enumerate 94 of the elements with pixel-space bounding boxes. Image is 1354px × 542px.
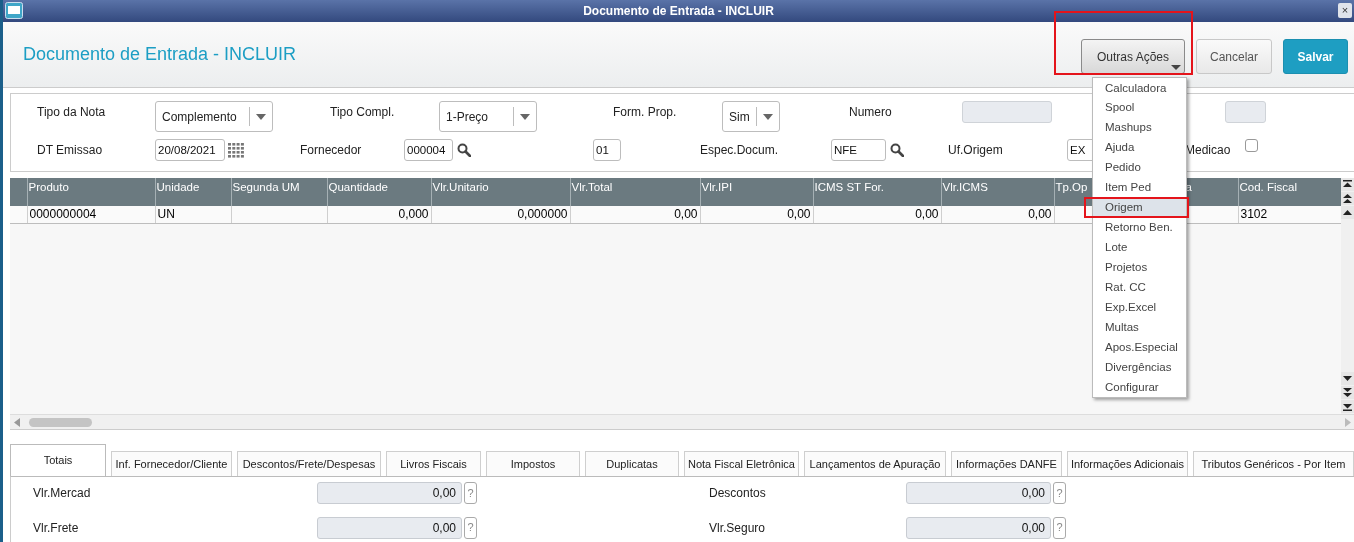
search-icon[interactable] bbox=[457, 143, 471, 157]
scroll-top-icon[interactable] bbox=[1341, 178, 1354, 191]
field-label: Vlr.Frete bbox=[33, 519, 80, 537]
readonly-field[interactable]: 0,00 bbox=[317, 516, 462, 539]
column-header[interactable]: Vlr.Unitario bbox=[431, 178, 570, 206]
scroll-up-icon[interactable] bbox=[1341, 206, 1354, 219]
menu-item[interactable]: Rat. CC bbox=[1093, 277, 1186, 297]
input-field[interactable]: 01 bbox=[593, 139, 621, 161]
menu-item[interactable]: Exp.Excel bbox=[1093, 297, 1186, 317]
help-button[interactable]: ? bbox=[1053, 482, 1066, 504]
checkbox[interactable] bbox=[1245, 139, 1258, 152]
tab[interactable]: Informações Adicionais bbox=[1067, 451, 1188, 476]
input-field[interactable]: NFE bbox=[831, 139, 886, 161]
tab[interactable]: Totais bbox=[10, 444, 106, 476]
caret-icon bbox=[763, 113, 773, 120]
horizontal-scrollbar[interactable] bbox=[10, 414, 1354, 429]
page-title: Documento de Entrada - INCLUIR bbox=[23, 43, 298, 66]
page-up-icon[interactable] bbox=[1341, 192, 1354, 205]
input-field[interactable]: 000004 bbox=[404, 139, 453, 161]
readonly-field[interactable]: 0,00 bbox=[906, 516, 1051, 539]
select-field[interactable]: Sim bbox=[722, 101, 780, 132]
menu-item[interactable]: Multas bbox=[1093, 317, 1186, 337]
caret-icon bbox=[520, 113, 530, 120]
help-button[interactable]: ? bbox=[464, 516, 477, 539]
tab[interactable]: Duplicatas bbox=[585, 451, 679, 476]
menu-item[interactable]: Origem bbox=[1093, 197, 1186, 217]
cancel-button[interactable]: Cancelar bbox=[1196, 39, 1272, 74]
scroll-bottom-icon[interactable] bbox=[1341, 400, 1354, 413]
field-label: Vlr.Seguro bbox=[709, 519, 767, 537]
menu-item[interactable]: Retorno Ben. bbox=[1093, 217, 1186, 237]
scroll-down-icon[interactable] bbox=[1341, 372, 1354, 385]
menu-item[interactable]: Item Ped bbox=[1093, 177, 1186, 197]
window-icon bbox=[5, 2, 23, 19]
menu-item[interactable]: Projetos bbox=[1093, 257, 1186, 277]
scroll-thumb[interactable] bbox=[29, 417, 92, 427]
help-button[interactable]: ? bbox=[464, 482, 477, 504]
menu-item[interactable]: Divergências bbox=[1093, 357, 1186, 377]
table-cell: 0,00 bbox=[700, 206, 813, 223]
menu-item[interactable]: Configurar bbox=[1093, 377, 1186, 397]
column-header[interactable]: Segunda UM bbox=[231, 178, 327, 206]
column-header[interactable]: Quantidade bbox=[327, 178, 431, 206]
tab[interactable]: Informações DANFE bbox=[951, 451, 1062, 476]
caret-icon bbox=[256, 113, 266, 120]
table-cell: 3102 bbox=[1238, 206, 1341, 223]
tab[interactable]: Impostos bbox=[486, 451, 580, 476]
page-down-icon[interactable] bbox=[1341, 386, 1354, 399]
tab[interactable]: Descontos/Frete/Despesas bbox=[237, 451, 381, 476]
table-cell: 0000000004 bbox=[27, 206, 155, 223]
select-field[interactable]: Complemento bbox=[155, 101, 273, 132]
caret-icon bbox=[1171, 65, 1181, 70]
column-header[interactable]: Produto bbox=[27, 178, 155, 206]
table-cell: 0,000000 bbox=[431, 206, 570, 223]
column-header[interactable]: Vlr.IPI bbox=[700, 178, 813, 206]
readonly-field[interactable]: 0,00 bbox=[906, 482, 1051, 504]
column-header[interactable]: Unidade bbox=[155, 178, 231, 206]
close-button[interactable]: × bbox=[1338, 3, 1352, 18]
menu-item[interactable]: Lote bbox=[1093, 237, 1186, 257]
column-header[interactable]: Vlr.Total bbox=[570, 178, 700, 206]
column-header[interactable]: ICMS ST For. bbox=[813, 178, 941, 206]
tab[interactable]: Lançamentos de Apuração bbox=[804, 451, 946, 476]
field-label: Form. Prop. bbox=[613, 104, 677, 121]
field-label: Descontos bbox=[709, 485, 767, 502]
field-label: Tipo da Nota bbox=[37, 104, 106, 121]
actions-dropdown-button[interactable]: Outras Ações bbox=[1081, 39, 1185, 74]
table-cell: 0,00 bbox=[813, 206, 941, 223]
readonly-field[interactable]: 0,00 bbox=[317, 482, 462, 504]
date-field[interactable]: 20/08/2021 bbox=[155, 139, 225, 161]
menu-item[interactable]: Calculadora bbox=[1093, 79, 1186, 97]
table-cell: 0,00 bbox=[570, 206, 700, 223]
menu-item[interactable]: Spool bbox=[1093, 97, 1186, 117]
table-cell: 0,000 bbox=[327, 206, 431, 223]
calendar-icon[interactable] bbox=[228, 142, 244, 158]
tab[interactable]: Inf. Fornecedor/Cliente bbox=[111, 451, 232, 476]
help-button[interactable]: ? bbox=[1053, 516, 1066, 539]
column-header[interactable]: Cod. Fiscal bbox=[1238, 178, 1341, 206]
tab[interactable]: Livros Fiscais bbox=[386, 451, 481, 476]
search-icon[interactable] bbox=[890, 143, 904, 157]
select-field[interactable]: 1-Preço bbox=[439, 101, 537, 132]
field-label: Espec.Docum. bbox=[700, 142, 779, 159]
field-label: Fornecedor bbox=[300, 142, 362, 159]
field-label: Vlr.Mercad bbox=[33, 485, 92, 502]
menu-item[interactable]: Mashups bbox=[1093, 117, 1186, 137]
column-header[interactable]: Vlr.ICMS bbox=[941, 178, 1054, 206]
field-label: DT Emissao bbox=[37, 142, 103, 159]
table-cell: UN bbox=[155, 206, 231, 223]
window-title: Documento de Entrada - INCLUIR bbox=[583, 4, 774, 18]
field-label: Tipo Compl. bbox=[330, 104, 395, 121]
tab[interactable]: Tributos Genéricos - Por Item bbox=[1193, 451, 1354, 476]
field-label: Numero bbox=[849, 104, 892, 121]
table-cell: 0,00 bbox=[941, 206, 1054, 223]
field-label: Uf.Origem bbox=[948, 142, 1003, 159]
menu-item[interactable]: Apos.Especial bbox=[1093, 337, 1186, 357]
vertical-scrollbar[interactable] bbox=[1341, 178, 1354, 414]
tab[interactable]: Nota Fiscal Eletrônica bbox=[684, 451, 799, 476]
